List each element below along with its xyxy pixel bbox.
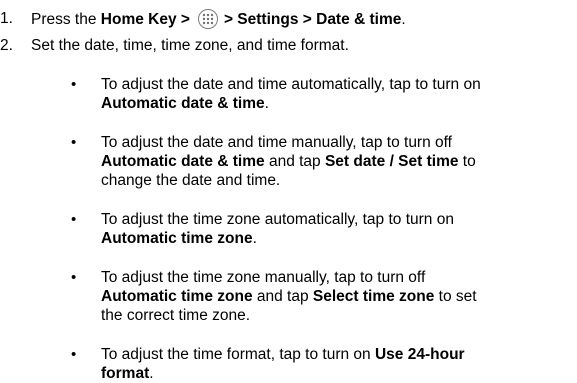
bullet-line: Automatic time zone and tap Select time … bbox=[101, 287, 577, 306]
step-number: 2. bbox=[0, 37, 13, 54]
bold-term: Automatic date & time bbox=[101, 153, 265, 170]
bold-term: Select time zone bbox=[312, 288, 435, 305]
bold-term: Use 24-hour bbox=[374, 346, 465, 363]
step-1: 1. Press the Home Key > > Settings > Dat… bbox=[0, 9, 406, 29]
bold-term: Automatic date & time bbox=[101, 95, 265, 112]
bullet-dot: • bbox=[71, 76, 77, 93]
text-segment: To adjust the time zone automatically, t… bbox=[101, 211, 454, 228]
step-text-press: Press the bbox=[31, 11, 101, 28]
bullet-line: the correct time zone. bbox=[101, 306, 577, 325]
bold-term: Automatic time zone bbox=[101, 288, 253, 305]
step-text: Press the Home Key > > Settings > Date &… bbox=[31, 9, 406, 29]
bullet-text: To adjust the date and time manually, ta… bbox=[101, 133, 577, 190]
step-period: . bbox=[401, 11, 406, 28]
bullet-line: Automatic date & time. bbox=[101, 94, 577, 113]
text-segment: to bbox=[458, 153, 476, 170]
bullet-line: To adjust the time zone automatically, t… bbox=[101, 210, 577, 229]
text-segment: . bbox=[252, 230, 257, 247]
step-number: 1. bbox=[0, 10, 13, 27]
bullet-dot: • bbox=[71, 269, 77, 286]
text-segment: to set bbox=[434, 288, 477, 305]
text-segment: . bbox=[264, 95, 269, 112]
text-segment: To adjust the time format, tap to turn o… bbox=[101, 346, 375, 363]
text-segment: To adjust the time zone manually, tap to… bbox=[101, 269, 426, 286]
bullet-text: To adjust the time format, tap to turn o… bbox=[101, 345, 577, 383]
bullet-text: To adjust the time zone automatically, t… bbox=[101, 210, 577, 248]
bullet-line: format. bbox=[101, 364, 577, 383]
home-key-label: Home Key > bbox=[100, 11, 190, 28]
bold-term: Set date / Set time bbox=[324, 153, 459, 170]
bullet-line: change the date and time. bbox=[101, 171, 577, 190]
bold-term: format bbox=[101, 365, 150, 382]
bullet-text: To adjust the time zone manually, tap to… bbox=[101, 268, 577, 325]
text-segment: and tap bbox=[252, 288, 313, 305]
apps-icon bbox=[197, 9, 218, 29]
bullet-line: To adjust the date and time manually, ta… bbox=[101, 133, 577, 152]
step-text: Set the date, time, time zone, and time … bbox=[31, 37, 349, 54]
bold-term: Automatic time zone bbox=[101, 230, 253, 247]
text-segment: . bbox=[149, 365, 154, 382]
bullet-line: Automatic date & time and tap Set date /… bbox=[101, 152, 577, 171]
bullet-line: Automatic time zone. bbox=[101, 229, 577, 248]
text-segment: the correct time zone. bbox=[101, 307, 251, 324]
text-segment: and tap bbox=[264, 153, 325, 170]
text-segment: change the date and time. bbox=[101, 172, 281, 189]
settings-path: > Settings > Date & time bbox=[223, 11, 402, 28]
text-segment: To adjust the date and time manually, ta… bbox=[101, 134, 452, 151]
bullet-dot: • bbox=[71, 134, 77, 151]
step-2: 2. Set the date, time, time zone, and ti… bbox=[0, 36, 349, 55]
bullet-dot: • bbox=[71, 211, 77, 228]
bullet-line: To adjust the time format, tap to turn o… bbox=[101, 345, 577, 364]
bullet-line: To adjust the time zone manually, tap to… bbox=[101, 268, 577, 287]
text-segment: To adjust the date and time automaticall… bbox=[101, 76, 481, 93]
bullet-line: To adjust the date and time automaticall… bbox=[101, 75, 577, 94]
bullet-dot: • bbox=[71, 346, 77, 363]
bullet-text: To adjust the date and time automaticall… bbox=[101, 75, 577, 113]
